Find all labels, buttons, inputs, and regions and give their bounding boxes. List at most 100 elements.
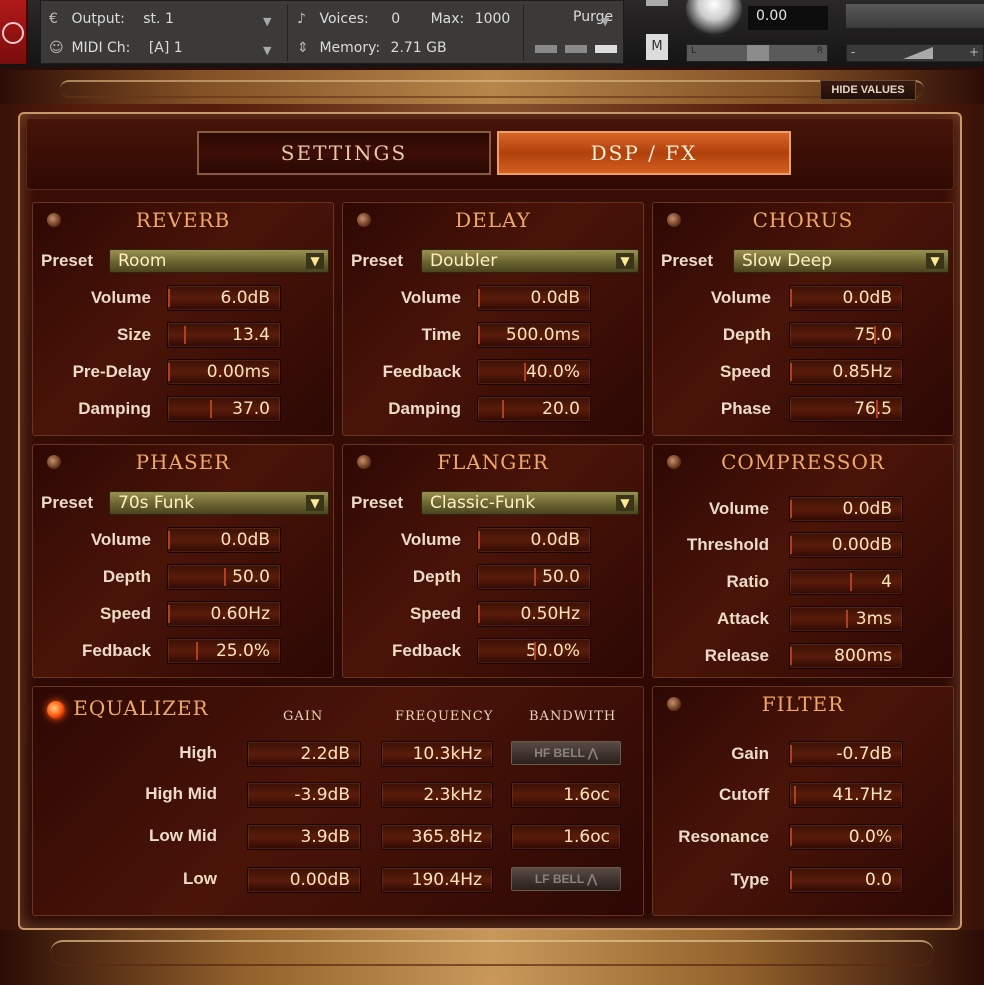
hide-values-button[interactable]: HIDE VALUES xyxy=(820,80,916,100)
chorus-volume-field[interactable]: 0.0dB xyxy=(789,285,903,311)
compressor-attack-field[interactable]: 3ms xyxy=(789,606,903,632)
dropdown-arrow-icon: ▼ xyxy=(926,253,944,269)
param-value: 40.0% xyxy=(525,362,580,382)
bottom-ornament xyxy=(0,930,984,985)
tune-knob[interactable] xyxy=(686,0,742,38)
filter-gain-field[interactable]: -0.7dB xyxy=(789,741,903,767)
eq-lowmid-freq-field[interactable]: 365.8Hz xyxy=(381,824,493,850)
tab-dsp-fx[interactable]: DSP / FX xyxy=(497,131,791,175)
eq-band-label: High Mid xyxy=(145,784,217,803)
pan-handle[interactable] xyxy=(747,45,769,61)
memory-bar-segment xyxy=(595,45,617,53)
midi-row[interactable]: ☺ MIDI Ch: [A] 1 xyxy=(49,40,183,66)
param-value: 0.0dB xyxy=(530,288,581,308)
phaser-volume-field[interactable]: 0.0dB xyxy=(167,527,281,553)
purge-dropdown-icon[interactable]: ▼ xyxy=(601,15,609,28)
output-dropdown-icon[interactable]: ▼ xyxy=(263,15,271,28)
param-label: Volume xyxy=(400,530,461,549)
eq-low-freq-field[interactable]: 190.4Hz xyxy=(381,867,493,893)
eq-highmid-bw-field[interactable]: 1.6oc xyxy=(511,782,621,808)
filter-cutoff-field[interactable]: 41.7Hz xyxy=(789,782,903,808)
equalizer-panel: EQUALIZER GAIN FREQUENCY BANDWITH High 2… xyxy=(32,686,644,916)
pan-slider[interactable]: L R xyxy=(686,44,828,62)
phaser-feedback-field[interactable]: 25.0% xyxy=(167,638,281,664)
voices-icon: ♪ xyxy=(297,11,306,27)
delay-damping-field[interactable]: 20.0 xyxy=(477,396,591,422)
flanger-title: FLANGER xyxy=(437,450,549,474)
flanger-speed-field[interactable]: 0.50Hz xyxy=(477,601,591,627)
max-value[interactable]: 1000 xyxy=(475,11,511,27)
phaser-depth-field[interactable]: 50.0 xyxy=(167,564,281,590)
phaser-title: PHASER xyxy=(135,450,231,474)
reverb-predelay-field[interactable]: 0.00ms xyxy=(167,359,281,385)
compressor-ratio-field[interactable]: 4 xyxy=(789,569,903,595)
reverb-damping-field[interactable]: 37.0 xyxy=(167,396,281,422)
output-value: st. 1 xyxy=(143,11,174,27)
eq-high-gain-field[interactable]: 2.2dB xyxy=(247,741,361,767)
voices-label: Voices: xyxy=(319,11,369,27)
filter-type-field[interactable]: 0.0 xyxy=(789,867,903,893)
reverb-preset-value: Room xyxy=(118,251,167,271)
gain-header: GAIN xyxy=(283,709,324,724)
memory-label: Memory: xyxy=(319,40,381,56)
eq-low-shape-button[interactable]: LF BELL ⋀ xyxy=(511,867,621,891)
param-value: 0.0dB xyxy=(842,499,893,519)
eq-lowmid-gain-field[interactable]: 3.9dB xyxy=(247,824,361,850)
output-row[interactable]: € Output: st. 1 xyxy=(49,11,174,37)
phaser-preset-value: 70s Funk xyxy=(118,493,195,513)
compressor-volume-field[interactable]: 0.0dB xyxy=(789,496,903,522)
reverb-volume-field[interactable]: 6.0dB xyxy=(167,285,281,311)
tab-bar: SETTINGS DSP / FX xyxy=(26,118,954,190)
eq-low-gain-field[interactable]: 0.00dB xyxy=(247,867,361,893)
delay-volume-field[interactable]: 0.0dB xyxy=(477,285,591,311)
compressor-title: COMPRESSOR xyxy=(721,450,885,474)
chorus-phase-field[interactable]: 76.5 xyxy=(789,396,903,422)
midi-label: MIDI Ch: xyxy=(71,40,131,56)
equalizer-title: EQUALIZER xyxy=(73,696,209,720)
phaser-preset-dropdown[interactable]: 70s Funk ▼ xyxy=(109,491,329,515)
flanger-feedback-field[interactable]: 50.0% xyxy=(477,638,591,664)
flanger-preset-dropdown[interactable]: Classic-Funk ▼ xyxy=(421,491,639,515)
filter-resonance-field[interactable]: 0.0% xyxy=(789,824,903,850)
delay-feedback-field[interactable]: 40.0% xyxy=(477,359,591,385)
flanger-depth-field[interactable]: 50.0 xyxy=(477,564,591,590)
solo-button[interactable] xyxy=(646,0,668,6)
flanger-volume-field[interactable]: 0.0dB xyxy=(477,527,591,553)
eq-high-freq-field[interactable]: 10.3kHz xyxy=(381,741,493,767)
frequency-header: FREQUENCY xyxy=(395,709,494,724)
chorus-speed-field[interactable]: 0.85Hz xyxy=(789,359,903,385)
eq-highmid-gain-field[interactable]: -3.9dB xyxy=(247,782,361,808)
eq-high-shape-button[interactable]: HF BELL ⋀ xyxy=(511,741,621,765)
reverb-preset-dropdown[interactable]: Room ▼ xyxy=(109,249,329,273)
param-value: 0.00ms xyxy=(206,362,270,382)
memory-value: 2.71 GB xyxy=(390,40,447,56)
instrument-logo xyxy=(0,0,28,64)
tab-settings[interactable]: SETTINGS xyxy=(197,131,491,175)
chorus-depth-field[interactable]: 75.0 xyxy=(789,322,903,348)
memory-icon: ⇕ xyxy=(297,40,309,56)
compressor-release-field[interactable]: 800ms xyxy=(789,643,903,669)
volume-slider[interactable]: - + xyxy=(846,44,984,62)
param-label: Phase xyxy=(720,399,771,418)
compressor-threshold-field[interactable]: 0.00dB xyxy=(789,532,903,558)
eq-highmid-freq-field[interactable]: 2.3kHz xyxy=(381,782,493,808)
delay-preset-dropdown[interactable]: Doubler ▼ xyxy=(421,249,639,273)
midi-dropdown-icon[interactable]: ▼ xyxy=(263,44,271,57)
tune-value[interactable]: 0.00 xyxy=(748,6,828,30)
param-label: Depth xyxy=(102,567,151,586)
eq-lowmid-bw-field[interactable]: 1.6oc xyxy=(511,824,621,850)
mute-button[interactable]: M xyxy=(646,34,668,60)
phaser-speed-field[interactable]: 0.60Hz xyxy=(167,601,281,627)
chorus-preset-dropdown[interactable]: Slow Deep ▼ xyxy=(733,249,949,273)
reverb-size-field[interactable]: 13.4 xyxy=(167,322,281,348)
reverb-panel: REVERB Preset Room ▼ Volume 6.0dB Size 1… xyxy=(32,202,334,436)
voices-row: ♪ Voices: 0 Max: 1000 xyxy=(297,11,510,37)
param-label: Volume xyxy=(708,499,769,518)
kontakt-header: € Output: st. 1 ▼ ☺ MIDI Ch: [A] 1 ▼ ♪ V… xyxy=(0,0,984,70)
chorus-panel: CHORUS Preset Slow Deep ▼ Volume 0.0dB D… xyxy=(652,202,954,436)
volume-ramp-icon xyxy=(903,47,933,59)
chorus-preset-value: Slow Deep xyxy=(742,251,833,271)
param-label: Ratio xyxy=(726,572,770,591)
chorus-title: CHORUS xyxy=(752,208,854,232)
delay-time-field[interactable]: 500.0ms xyxy=(477,322,591,348)
